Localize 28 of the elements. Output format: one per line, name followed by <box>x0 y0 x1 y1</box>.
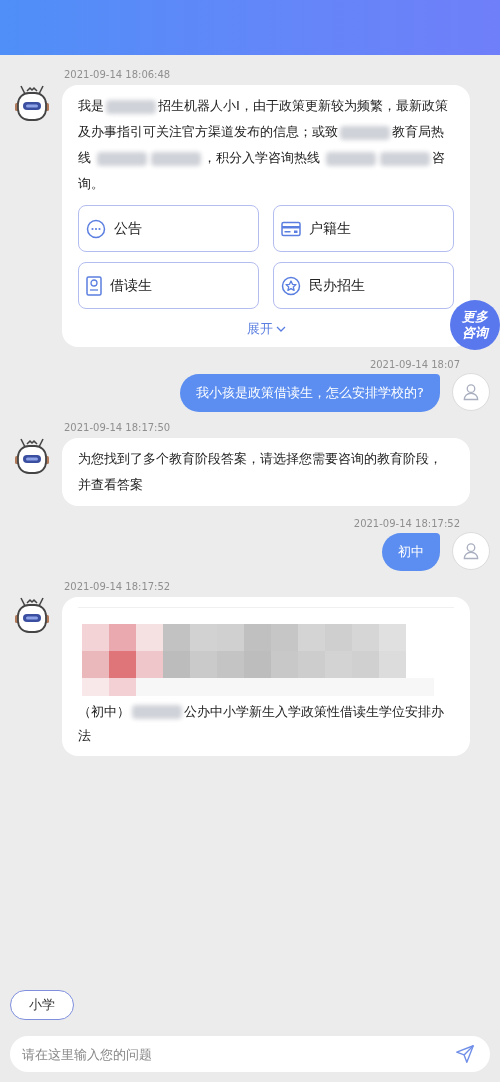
user-avatar <box>452 372 490 411</box>
timestamp: 2021-09-14 18:17:52 <box>64 579 172 594</box>
article-card[interactable]: （初中） 公办中小学新生入学政策性借读生学位安排办法 <box>78 606 454 748</box>
user-message: 初中 <box>382 532 440 571</box>
message-input[interactable]: 请在这里输入您的问题 <box>10 1036 490 1072</box>
id-card-icon <box>281 220 301 237</box>
topic-button[interactable]: 民办招生 <box>273 262 454 309</box>
expand-button[interactable]: 展开 <box>246 319 286 339</box>
chevron-down-icon <box>275 325 286 332</box>
topic-button[interactable]: 借读生 <box>78 262 259 309</box>
message-text: 为您找到了多个教育阶段答案，请选择您需要咨询的教育阶段，并查看答案 <box>78 449 443 494</box>
passport-icon <box>86 275 102 296</box>
ellipsis-circle-icon <box>86 218 106 239</box>
quick-reply-chip[interactable]: 小学 <box>10 990 74 1020</box>
message-text: 我是 招生机器人小I，由于政策更新较为频繁，最新政策及办事指引可关注官方渠道发布的信息；或致 教育局热线 ，积分入学咨询热线 咨询。 <box>78 97 449 193</box>
timestamp: 2021-09-14 18:17:50 <box>64 420 172 435</box>
send-icon[interactable] <box>454 1043 476 1065</box>
more-consult-button[interactable]: 更多 咨询 <box>450 300 500 350</box>
star-circle-icon <box>281 275 301 296</box>
topic-button[interactable]: 户籍生 <box>273 205 454 252</box>
topic-button[interactable]: 公告 <box>78 205 259 252</box>
user-avatar <box>452 531 490 570</box>
user-message: 我小孩是政策借读生，怎么安排学校的? <box>180 373 440 412</box>
robot-avatar-icon <box>12 83 52 123</box>
timestamp: 2021-09-14 18:07 <box>369 357 460 372</box>
timestamp: 2021-09-14 18:17:52 <box>353 516 460 531</box>
timestamp: 2021-09-14 18:06:48 <box>64 68 172 82</box>
article-title: （初中） 公办中小学新生入学政策性借读生学位安排办法 <box>78 702 445 745</box>
